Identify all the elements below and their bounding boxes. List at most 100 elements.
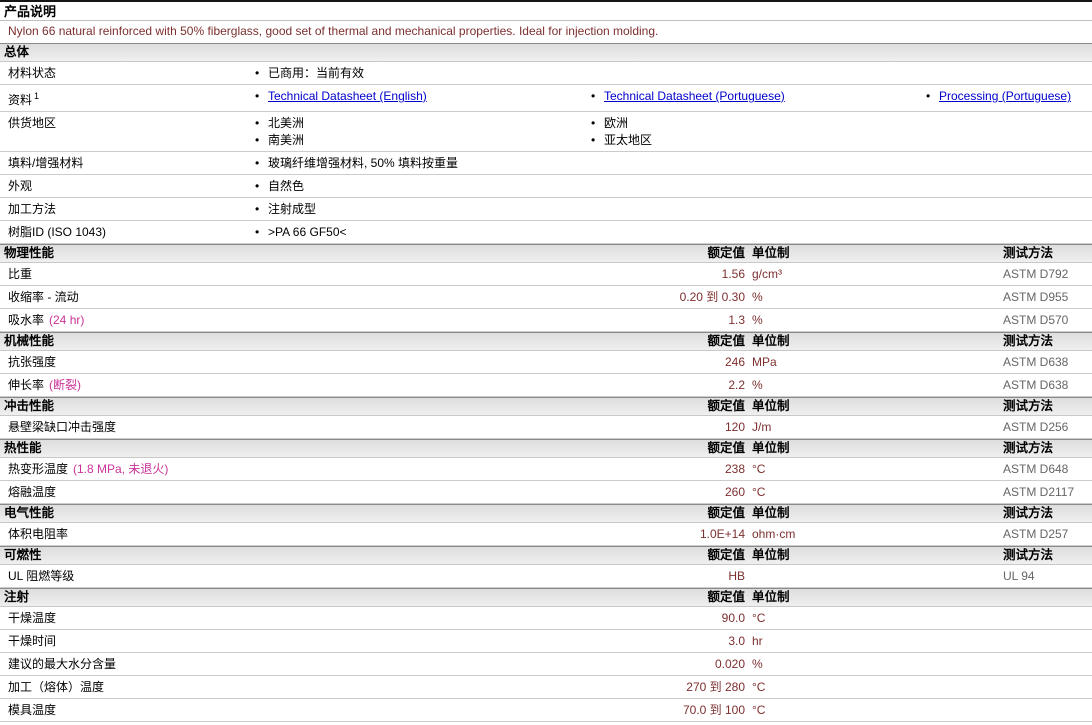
property-value: 90.0 xyxy=(721,611,745,625)
property-unit: hr xyxy=(752,634,763,648)
column-header-unit: 单位制 xyxy=(752,334,790,348)
property-unit: % xyxy=(752,378,763,392)
property-row-izod-impact: 悬壁梁缺口冲击强度 120 J/m ASTM D256 xyxy=(0,416,1092,439)
property-value: 1.56 xyxy=(721,267,745,281)
row-label: 材料状态 xyxy=(8,66,57,80)
property-label: 体积电阻率 xyxy=(8,527,69,541)
property-unit xyxy=(745,565,996,587)
list-item: • >PA 66 GF50< xyxy=(252,224,588,241)
property-unit: °C xyxy=(752,462,766,476)
section-header-electrical: 电气性能 额定值 单位制 测试方法 xyxy=(0,504,1092,523)
general-row-appearance: 外观 • 自然色 xyxy=(0,175,1092,198)
row-values: • 玻璃纤维增强材料, 50% 填料按重量 xyxy=(252,155,588,172)
list-item-text: 亚太地区 xyxy=(604,133,653,147)
property-row-drying-time: 干燥时间 3.0 hr xyxy=(0,630,1092,653)
section-header-impact: 冲击性能 额定值 单位制 测试方法 xyxy=(0,397,1092,416)
property-unit: MPa xyxy=(752,355,777,369)
link-processing-portuguese[interactable]: Processing (Portuguese) xyxy=(939,88,1071,105)
property-row-elongation-break: 伸长率 (断裂) 2.2 % ASTM D638 xyxy=(0,374,1092,397)
list-item: • 北美洲 xyxy=(252,115,588,132)
section-title: 总体 xyxy=(4,45,30,59)
property-row-max-moisture: 建议的最大水分含量 0.020 % xyxy=(0,653,1092,676)
column-header-unit: 单位制 xyxy=(752,441,790,455)
list-item: • 玻璃纤维增强材料, 50% 填料按重量 xyxy=(252,155,588,172)
bullet-icon: • xyxy=(255,202,260,216)
general-row-regions: 供货地区 • 北美洲 • 南美洲 • 欧洲 • 亚太地区 xyxy=(0,112,1092,152)
property-row-melt-temperature: 加工（熔体）温度 270 到 280 °C xyxy=(0,676,1092,699)
property-unit: °C xyxy=(752,485,766,499)
property-row-volume-resistivity: 体积电阻率 1.0E+14 ohm·cm ASTM D257 xyxy=(0,523,1092,546)
row-label: 树脂ID (ISO 1043) xyxy=(8,225,107,239)
property-value: HB xyxy=(728,569,745,583)
list-item-text: 欧洲 xyxy=(604,116,629,130)
column-header-unit: 单位制 xyxy=(752,246,790,260)
row-values: • Processing (Portuguese) xyxy=(923,88,1092,109)
list-item-text: 自然色 xyxy=(268,179,305,193)
property-value: 270 到 280 xyxy=(686,680,745,694)
list-item: • 已商用：当前有效 xyxy=(252,65,588,82)
property-label: 收缩率 - 流动 xyxy=(8,290,79,304)
property-test-method: ASTM D955 xyxy=(1003,290,1069,304)
list-item: • 欧洲 xyxy=(588,115,923,132)
row-label: 供货地区 xyxy=(8,116,57,130)
property-label: UL 阻燃等级 xyxy=(8,569,75,583)
property-row-water-absorption: 吸水率 (24 hr) 1.3 % ASTM D570 xyxy=(0,309,1092,332)
column-header-method: 测试方法 xyxy=(1003,334,1054,348)
section-title: 机械性能 xyxy=(4,334,55,348)
row-values: • 欧洲 • 亚太地区 xyxy=(588,115,923,149)
property-row-heat-deflection: 热变形温度 (1.8 MPa, 未退火) 238 °C ASTM D648 xyxy=(0,458,1092,481)
row-label: 资料 1 xyxy=(0,88,252,109)
property-row-tensile-strength: 抗张强度 246 MPa ASTM D638 xyxy=(0,351,1092,374)
list-item: • Technical Datasheet (English) xyxy=(252,88,588,105)
column-header-unit: 单位制 xyxy=(752,548,790,562)
section-header-general: 总体 xyxy=(0,43,1092,62)
column-header-method: 测试方法 xyxy=(1003,399,1054,413)
property-value: 260 xyxy=(724,485,745,499)
column-header-method: 测试方法 xyxy=(1003,548,1054,562)
list-item-text: 北美洲 xyxy=(268,116,305,130)
property-unit: °C xyxy=(752,611,766,625)
column-header-unit: 单位制 xyxy=(752,590,790,604)
list-item: • 亚太地区 xyxy=(588,132,923,149)
column-header-value: 额定值 xyxy=(707,506,745,520)
footnote-superscript: 1 xyxy=(34,91,40,101)
property-label: 悬壁梁缺口冲击强度 xyxy=(8,420,117,434)
bullet-icon: • xyxy=(591,133,596,147)
property-label: 熔融温度 xyxy=(8,485,57,499)
datasheet-page: 产品说明 Nylon 66 natural reinforced with 50… xyxy=(0,0,1092,722)
bullet-icon: • xyxy=(255,133,260,147)
row-label: 外观 xyxy=(8,179,33,193)
general-row-processing-method: 加工方法 • 注射成型 xyxy=(0,198,1092,221)
row-label-text: 资料 xyxy=(8,93,33,107)
list-item: • Technical Datasheet (Portuguese) xyxy=(588,88,923,105)
property-unit: °C xyxy=(752,680,766,694)
column-header-unit: 单位制 xyxy=(752,399,790,413)
row-values: • 自然色 xyxy=(252,178,588,195)
property-test-method: ASTM D648 xyxy=(1003,462,1069,476)
bullet-icon: • xyxy=(926,89,931,103)
property-value: 1.3 xyxy=(728,313,745,327)
property-test-method: ASTM D257 xyxy=(1003,527,1069,541)
list-item: • 南美洲 xyxy=(252,132,588,149)
property-value: 0.20 到 0.30 xyxy=(679,290,745,304)
column-header-method: 测试方法 xyxy=(1003,441,1054,455)
property-value: 238 xyxy=(724,462,745,476)
property-label: 建议的最大水分含量 xyxy=(8,657,117,671)
property-row-ul-flame-rating: UL 阻燃等级 HB UL 94 xyxy=(0,565,1092,588)
link-technical-datasheet-portuguese[interactable]: Technical Datasheet (Portuguese) xyxy=(604,88,785,105)
section-header-injection: 注射 额定值 单位制 xyxy=(0,588,1092,607)
list-item: • 自然色 xyxy=(252,178,588,195)
bullet-icon: • xyxy=(255,116,260,130)
link-technical-datasheet-english[interactable]: Technical Datasheet (English) xyxy=(268,88,427,105)
property-unit: % xyxy=(752,290,763,304)
property-condition: (1.8 MPa, 未退火) xyxy=(73,462,169,476)
property-test-method: ASTM D792 xyxy=(1003,267,1069,281)
column-header-unit: 单位制 xyxy=(752,506,790,520)
property-test-method: ASTM D638 xyxy=(1003,355,1069,369)
column-header-value: 额定值 xyxy=(707,590,745,604)
product-description: Nylon 66 natural reinforced with 50% fib… xyxy=(8,24,659,38)
bullet-icon: • xyxy=(591,89,596,103)
property-row-melting-temperature: 熔融温度 260 °C ASTM D2117 xyxy=(0,481,1092,504)
section-title: 注射 xyxy=(4,590,30,604)
property-row-drying-temperature: 干燥温度 90.0 °C xyxy=(0,607,1092,630)
